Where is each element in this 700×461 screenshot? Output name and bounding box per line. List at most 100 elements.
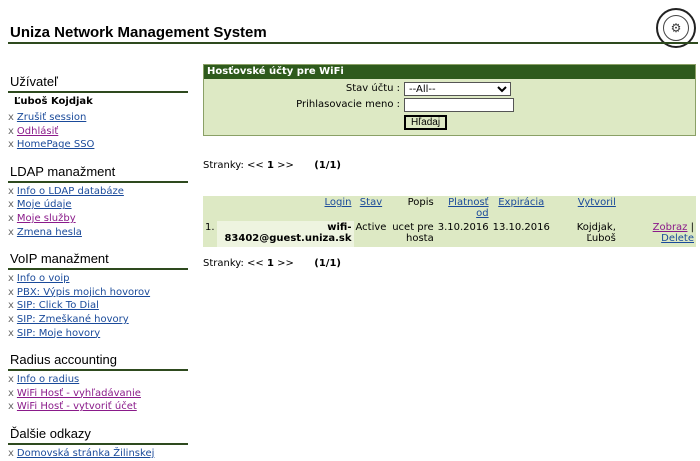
sidebar-link-my-services[interactable]: Moje služby — [17, 213, 76, 224]
sidebar-item: x SIP: Moje hovory — [0, 327, 192, 341]
pager-prev[interactable]: << — [247, 160, 264, 171]
sidebar-section-radius-title: Radius accounting — [10, 352, 117, 368]
sort-login-link[interactable]: Login — [325, 197, 352, 208]
sidebar-item: x Zmena hesla — [0, 226, 192, 240]
sidebar-link-my-data[interactable]: Moje údaje — [17, 199, 72, 210]
pager-label: Stranky: — [203, 258, 244, 269]
section-divider — [8, 91, 188, 93]
pager-next[interactable]: >> — [277, 258, 294, 269]
sidebar-section-user-title: Užívateľ — [10, 74, 58, 89]
results-table: Login Stav Popis Platnosť od Expirácia V… — [203, 196, 696, 247]
header-popis: Popis — [388, 196, 436, 221]
sidebar-item: x Zrušiť session — [0, 111, 192, 125]
sidebar-link-logout[interactable]: Odhlásiť — [17, 126, 58, 137]
status-row: Stav účtu : --All-- — [204, 81, 695, 97]
delete-link[interactable]: Delete — [661, 233, 694, 244]
button-row: Hľadaj — [204, 113, 695, 135]
user-menu: x Zrušiť session x Odhlásiť x HomePage SSO — [0, 111, 192, 152]
section-divider — [8, 369, 188, 372]
sidebar-link-my-calls[interactable]: SIP: Moje hovory — [17, 328, 100, 339]
sidebar-section-ldap-title: LDAP manažment — [10, 163, 116, 179]
sidebar-item: x WiFi Hosť - vytvoriť účet — [0, 400, 192, 414]
sort-stav-link[interactable]: Stav — [360, 197, 382, 208]
pager-bottom: Stranky: << 1 >> (1/1) — [203, 258, 341, 269]
sidebar-link-voip-info[interactable]: Info o voip — [17, 273, 70, 284]
header-actions — [617, 196, 696, 221]
sidebar-item: x WiFi Hosť - vyhľadávanie — [0, 387, 192, 401]
pager-current: 1 — [266, 258, 274, 269]
row-login: wifi-83402@guest.uniza.sk — [216, 221, 354, 247]
row-expiracia: 13.10.2016 — [490, 221, 552, 247]
bullet-x-icon: x — [8, 112, 14, 123]
bullet-x-icon: x — [8, 401, 14, 413]
pager-current: 1 — [266, 160, 274, 171]
links-menu: x Domovská stránka Žilinskej — [0, 447, 192, 461]
seal-center-icon: ⚙ — [663, 15, 689, 41]
bullet-x-icon: x — [8, 125, 14, 137]
sidebar-link-wifi-guest-create[interactable]: WiFi Hosť - vytvoriť účet — [17, 401, 137, 412]
sort-vytvoril-link[interactable]: Vytvoril — [578, 197, 616, 208]
sidebar-link-missed-calls[interactable]: SIP: Zmeškané hovory — [17, 314, 129, 325]
sidebar-item: x PBX: Výpis mojich hovorov — [0, 286, 192, 300]
bullet-x-icon: x — [8, 139, 14, 151]
bullet-x-icon: x — [8, 387, 14, 399]
section-divider — [8, 442, 188, 445]
sidebar-item: x Domovská stránka Žilinskej — [0, 447, 192, 461]
sidebar-link-change-password[interactable]: Zmena hesla — [17, 227, 82, 238]
bullet-x-icon: x — [8, 212, 14, 224]
sidebar-link-homepage-sso[interactable]: HomePage SSO — [17, 139, 95, 150]
radius-menu: x Info o radius x WiFi Hosť - vyhľadávanie… — [0, 373, 192, 414]
pager-prev[interactable]: << — [247, 258, 264, 269]
pager-label: Stranky: — [203, 160, 244, 171]
sidebar-item: x Info o LDAP databáze — [0, 185, 192, 199]
login-control — [404, 98, 514, 112]
header: Uniza Network Management System ⚙ — [0, 0, 700, 48]
voip-menu: x Info o voip x PBX: Výpis mojich hovorov … — [0, 272, 192, 340]
sidebar-item: x Info o radius — [0, 373, 192, 387]
header-divider — [8, 42, 698, 44]
bullet-x-icon: x — [8, 286, 14, 298]
bullet-x-icon: x — [8, 273, 14, 285]
table-row: 1. wifi-83402@guest.uniza.sk Active ucet… — [203, 221, 696, 247]
bullet-x-icon: x — [8, 226, 14, 238]
sidebar-item: x SIP: Zmeškané hovory — [0, 313, 192, 327]
ldap-menu: x Info o LDAP databáze x Moje údaje x Moje … — [0, 185, 192, 239]
bullet-x-icon: x — [8, 447, 14, 459]
status-label: Stav účtu : — [345, 83, 400, 94]
sidebar-item: x SIP: Click To Dial — [0, 299, 192, 313]
pager-summary: (1/1) — [314, 160, 341, 171]
app-title: Uniza Network Management System — [10, 24, 267, 41]
pager-next[interactable]: >> — [277, 160, 294, 171]
sidebar-link-ldap-info[interactable]: Info o LDAP databáze — [17, 186, 124, 197]
bullet-x-icon: x — [8, 327, 14, 339]
status-select[interactable]: --All-- — [404, 82, 511, 96]
user-name: Ľuboš Kojdjak — [14, 96, 93, 107]
sort-platnost-link[interactable]: Platnosť od — [448, 197, 488, 219]
bullet-x-icon: x — [8, 185, 14, 197]
header-expiracia-cell: Expirácia — [490, 196, 552, 221]
sidebar-link-radius-info[interactable]: Info o radius — [17, 374, 79, 385]
sidebar-link-wifi-guest-search[interactable]: WiFi Hosť - vyhľadávanie — [17, 388, 141, 399]
sort-expiracia-link[interactable]: Expirácia — [498, 197, 544, 208]
pager-summary: (1/1) — [314, 258, 341, 269]
bullet-x-icon: x — [8, 300, 14, 312]
header-num — [203, 196, 217, 221]
row-vytvoril: Kojdjak, Ľuboš — [551, 221, 618, 247]
search-panel-title: Hosťovské účty pre WiFi — [204, 65, 695, 79]
search-panel: Hosťovské účty pre WiFi Stav účtu : --Al… — [203, 64, 696, 136]
sidebar-link-cancel-session[interactable]: Zrušiť session — [17, 112, 86, 123]
sidebar-link-click-to-dial[interactable]: SIP: Click To Dial — [17, 300, 99, 311]
row-popis: ucet pre hosta — [388, 221, 436, 247]
sidebar-link-homepage-zilina[interactable]: Domovská stránka Žilinskej — [17, 448, 154, 459]
row-stav: Active — [353, 221, 389, 247]
row-num: 1. — [203, 221, 217, 247]
sidebar-link-pbx-calls[interactable]: PBX: Výpis mojich hovorov — [17, 287, 150, 298]
section-divider — [8, 180, 188, 183]
view-link[interactable]: Zobraz — [653, 222, 688, 233]
bullet-x-icon: x — [8, 313, 14, 325]
search-button[interactable]: Hľadaj — [404, 115, 448, 130]
bullet-x-icon: x — [8, 199, 14, 211]
login-input[interactable] — [404, 98, 514, 112]
sidebar-item: x Info o voip — [0, 272, 192, 286]
sidebar-item: x Odhlásiť — [0, 125, 192, 139]
